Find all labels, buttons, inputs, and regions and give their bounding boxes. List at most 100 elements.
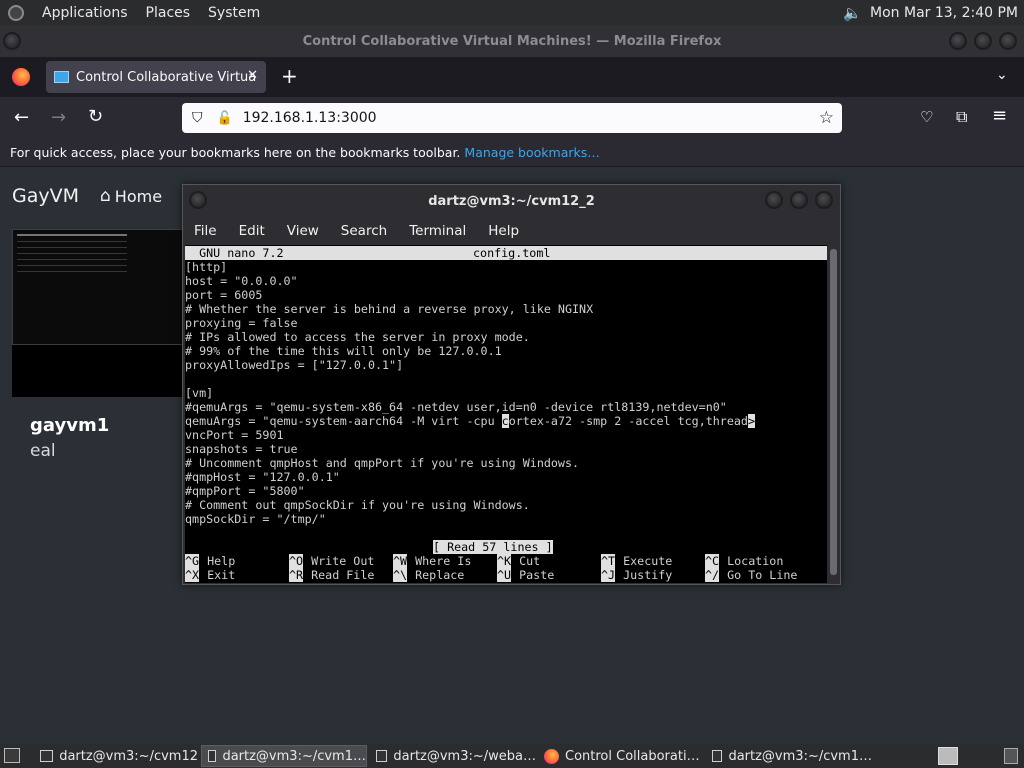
editor-line[interactable]: [http]: [185, 260, 227, 274]
nano-version: GNU nano 7.2: [185, 246, 284, 260]
terminal-maximize-button[interactable]: [790, 191, 808, 209]
taskbar-item[interactable]: dartz@vm3:~/weba…: [370, 745, 536, 767]
vm-name[interactable]: gayvm1: [30, 415, 109, 436]
terminal-screen[interactable]: GNU nano 7.2 config.toml [http] host = "0.…: [185, 245, 827, 583]
tab-bar: Control Collaborative Virtua ✕ + ⌄: [0, 57, 1024, 97]
editor-line[interactable]: # 99% of the time this will only be 127.…: [185, 344, 502, 358]
home-link[interactable]: ⌂ Home: [100, 186, 162, 206]
taskbar-item-active[interactable]: dartz@vm3:~/cvm1…: [201, 745, 367, 767]
editor-line[interactable]: # Whether the server is behind a reverse…: [185, 302, 593, 316]
shield-icon[interactable]: ⛉: [192, 110, 203, 126]
bookmark-star-icon[interactable]: ☆: [819, 108, 834, 128]
editor-line[interactable]: vncPort = 5901: [185, 428, 284, 442]
vm-thumbnail[interactable]: [12, 229, 187, 345]
nano-shortcut[interactable]: ^J Justify: [601, 568, 672, 582]
home-link-label: Home: [114, 186, 163, 206]
maximize-button[interactable]: [974, 32, 992, 50]
scrollbar-thumb[interactable]: [830, 249, 837, 575]
editor-line[interactable]: port = 6005: [185, 288, 262, 302]
editor-line[interactable]: #qmpHost = "127.0.0.1": [185, 470, 340, 484]
terminal-close-button[interactable]: [815, 191, 833, 209]
menu-search[interactable]: Search: [341, 223, 387, 239]
minimize-button[interactable]: [949, 32, 967, 50]
url-text[interactable]: 192.168.1.13:3000: [243, 110, 377, 126]
terminal-minimize-button[interactable]: [765, 191, 783, 209]
window-menu-button[interactable]: [3, 32, 21, 50]
pocket-icon[interactable]: ♡: [920, 108, 933, 126]
nano-shortcut[interactable]: ^C Location: [705, 554, 783, 568]
forward-icon[interactable]: →: [51, 107, 66, 128]
show-desktop-icon[interactable]: [4, 748, 20, 763]
nano-shortcut[interactable]: ^/ Go To Line: [705, 568, 797, 582]
reload-icon[interactable]: ↻: [88, 106, 103, 127]
nano-header: GNU nano 7.2 config.toml: [185, 246, 827, 260]
menu-edit[interactable]: Edit: [239, 223, 265, 239]
nano-shortcut[interactable]: ^O Write Out: [289, 554, 374, 568]
nano-shortcut[interactable]: ^\ Replace: [393, 568, 464, 582]
editor-line[interactable]: proxyAllowedIps = ["127.0.0.1"]: [185, 358, 403, 372]
editor-line[interactable]: host = "0.0.0.0": [185, 274, 298, 288]
taskbar-item[interactable]: dartz@vm3:~/cvm1…: [706, 745, 872, 767]
bookmarks-hint: For quick access, place your bookmarks h…: [10, 145, 461, 160]
editor-line[interactable]: #qmpPort = "5800": [185, 484, 305, 498]
taskbar-item-label: dartz@vm3:~/cvm12: [59, 748, 198, 764]
editor-line[interactable]: # Uncomment qmpHost and qmpPort if you'r…: [185, 456, 579, 470]
taskbar-item[interactable]: Control Collaborati…: [538, 745, 704, 767]
menu-help[interactable]: Help: [488, 223, 519, 239]
insecure-icon[interactable]: 🔓: [217, 111, 233, 126]
close-button[interactable]: [999, 32, 1017, 50]
volume-icon[interactable]: 🔈: [843, 4, 862, 22]
editor-line[interactable]: proxying = false: [185, 316, 298, 330]
terminal-scrollbar[interactable]: [828, 245, 839, 583]
nano-status-message: [ Read 57 lines ]: [433, 540, 553, 554]
thumbnail-console-text: [17, 234, 127, 274]
taskbar: dartz@vm3:~/cvm12 dartz@vm3:~/cvm1… dart…: [0, 744, 1024, 768]
nano-shortcut[interactable]: ^G Help: [185, 554, 235, 568]
list-tabs-icon[interactable]: ⌄: [996, 67, 1008, 83]
applications-menu[interactable]: Applications: [42, 5, 128, 21]
nano-shortcut-key: ^X: [185, 568, 200, 582]
site-brand[interactable]: GayVM: [12, 185, 79, 207]
app-menu-icon[interactable]: [8, 4, 24, 21]
nano-shortcut[interactable]: ^T Execute: [601, 554, 672, 568]
editor-line[interactable]: #qemuArgs = "qemu-system-x86_64 -netdev …: [185, 400, 727, 414]
workspace-switcher-icon[interactable]: [938, 747, 958, 765]
nano-shortcut[interactable]: ^U Paste: [497, 568, 554, 582]
manage-bookmarks-link[interactable]: Manage bookmarks…: [464, 145, 599, 160]
nano-shortcut[interactable]: ^R Read File: [289, 568, 374, 582]
editor-line[interactable]: snapshots = true: [185, 442, 298, 456]
clock[interactable]: Mon Mar 13, 2:40 PM: [870, 5, 1018, 21]
taskbar-item[interactable]: dartz@vm3:~/cvm12: [34, 745, 198, 767]
editor-line[interactable]: qmpSockDir = "/tmp/": [185, 512, 326, 526]
firefox-icon: [544, 748, 559, 764]
system-menu[interactable]: System: [208, 5, 260, 21]
editor-line-cursor[interactable]: qemuArgs = "qemu-system-aarch64 -M virt …: [185, 414, 755, 428]
url-bar[interactable]: ⛉ 🔓 192.168.1.13:3000 ☆: [182, 103, 842, 133]
close-tab-icon[interactable]: ✕: [247, 68, 258, 83]
nano-shortcut[interactable]: ^K Cut: [497, 554, 540, 568]
nano-shortcut-key: ^U: [497, 568, 512, 582]
nano-shortcut[interactable]: ^W Where Is: [393, 554, 471, 568]
app-menu-hamburger-icon[interactable]: ≡: [992, 105, 1007, 126]
editor-line[interactable]: [vm]: [185, 386, 213, 400]
places-menu[interactable]: Places: [146, 5, 191, 21]
terminal-window-menu-button[interactable]: [189, 191, 207, 209]
tab-active[interactable]: Control Collaborative Virtua ✕: [46, 61, 266, 93]
menu-terminal[interactable]: Terminal: [409, 223, 466, 239]
menu-file[interactable]: File: [194, 223, 217, 239]
editor-line[interactable]: # Comment out qmpSockDir if you're using…: [185, 498, 530, 512]
terminal-titlebar[interactable]: dartz@vm3:~/cvm12_2: [183, 185, 840, 217]
new-tab-icon[interactable]: +: [281, 64, 298, 88]
vm-subtitle: eal: [30, 441, 56, 461]
terminal-menubar: File Edit View Search Terminal Help: [183, 217, 840, 245]
trash-icon[interactable]: [1004, 748, 1018, 764]
extensions-icon[interactable]: ⧉: [956, 107, 967, 127]
firefox-logo-icon[interactable]: [12, 68, 30, 86]
firefox-titlebar: Control Collaborative Virtual Machines! …: [0, 25, 1024, 57]
menu-view[interactable]: View: [287, 223, 319, 239]
nano-shortcut-key: ^R: [289, 568, 304, 582]
navigation-bar: ← → ↻ ⛉ 🔓 192.168.1.13:3000 ☆ ♡ ⧉ ≡: [0, 97, 1024, 139]
editor-line[interactable]: # IPs allowed to access the server in pr…: [185, 330, 530, 344]
back-icon[interactable]: ←: [14, 107, 29, 128]
nano-shortcut[interactable]: ^X Exit: [185, 568, 235, 582]
